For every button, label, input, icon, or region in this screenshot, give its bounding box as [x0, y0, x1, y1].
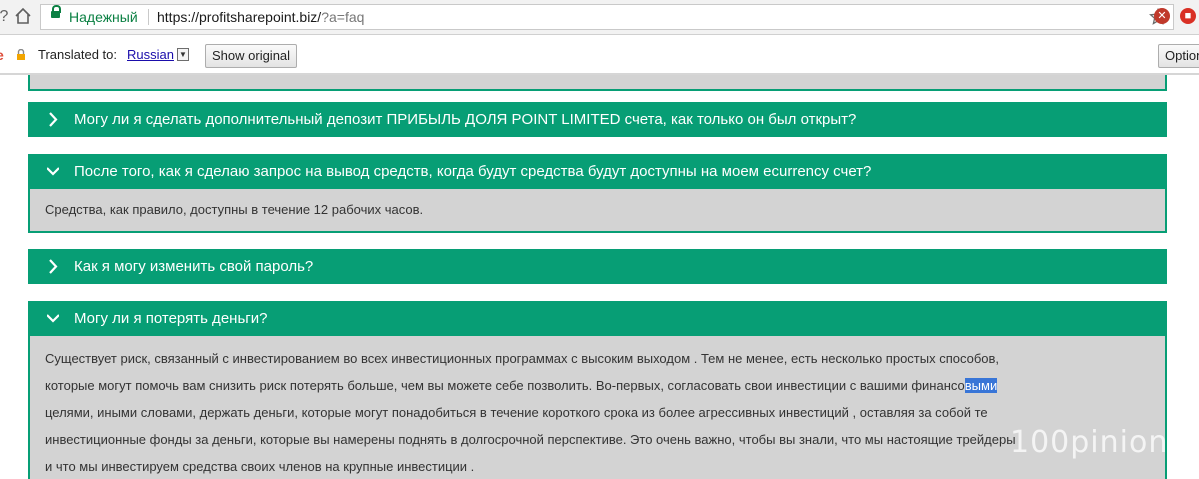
faq-answer-text: которые могут помочь вам снизить риск по…	[45, 378, 965, 393]
faq-question-header[interactable]: Могу ли я сделать дополнительный депозит…	[28, 102, 1167, 137]
faq-answer-line: целями, иными словами, держать деньги, к…	[45, 405, 988, 420]
faq-item: Как я могу изменить свой пароль?	[28, 249, 1167, 284]
faq-item: После того, как я сделаю запрос на вывод…	[28, 154, 1167, 233]
selected-text: выми	[964, 378, 998, 393]
chevron-down-icon	[47, 314, 59, 323]
lock-icon	[51, 5, 61, 18]
faq-answer-line: инвестиционные фонды за деньги, которые …	[45, 432, 1016, 447]
translate-infobar: e Translated to: Russian ▼ Show original…	[0, 35, 1199, 75]
faq-question-text: Как я могу изменить свой пароль?	[74, 258, 314, 275]
faq-question-text: После того, как я сделаю запрос на вывод…	[74, 163, 872, 180]
faq-question-text: Могу ли я потерять деньги?	[74, 310, 268, 327]
url-text[interactable]: https://profitsharepoint.biz/?a=faq	[157, 5, 364, 29]
home-icon[interactable]	[13, 7, 33, 27]
extension-icon[interactable]: ■	[1180, 8, 1196, 24]
chevron-down-icon	[47, 167, 59, 176]
faq-question-header[interactable]: Могу ли я потерять деньги?	[28, 301, 1167, 336]
previous-answer-body	[30, 75, 1165, 89]
translated-to-label: Translated to:	[38, 47, 118, 62]
url-separator	[148, 9, 149, 25]
show-original-button[interactable]: Show original	[205, 44, 298, 68]
options-button[interactable]: Options	[1158, 44, 1199, 68]
faq-answer-text: Средства, как правило, доступны в течени…	[45, 202, 424, 217]
faq-answer: Существует риск, связанный с инвестирова…	[28, 336, 1167, 479]
faq-answer-line: Существует риск, связанный с инвестирова…	[45, 351, 1000, 366]
url-path: ?a=faq	[321, 9, 365, 25]
faq-item: Могу ли я сделать дополнительный депозит…	[28, 102, 1167, 137]
faq-answer-line: и что мы инвестируем средства своих член…	[45, 459, 475, 474]
secure-label: Надежный	[69, 9, 138, 25]
blocked-extension-icon[interactable]: ✕	[1154, 8, 1170, 24]
chevron-right-icon	[49, 112, 58, 127]
translate-logo-icon: e	[0, 47, 4, 63]
language-dropdown-icon[interactable]: ▼	[177, 48, 189, 61]
chevron-right-icon	[49, 259, 58, 274]
faq-answer: Средства, как правило, доступны в течени…	[28, 189, 1167, 233]
browser-toolbar: ? Надежный https://profitsharepoint.biz/…	[0, 0, 1199, 35]
address-bar[interactable]: Надежный https://profitsharepoint.biz/?a…	[40, 4, 1174, 30]
translate-lock-icon	[16, 48, 26, 64]
faq-item: Могу ли я потерять деньги? Существует ри…	[28, 301, 1167, 479]
faq-answer-line: которые могут помочь вам снизить риск по…	[45, 372, 1150, 399]
faq-question-text: Могу ли я сделать дополнительный депозит…	[74, 111, 857, 128]
faq-page: Могу ли я сделать дополнительный депозит…	[0, 75, 1199, 479]
url-host: https://profitsharepoint.biz/	[157, 9, 322, 25]
language-link[interactable]: Russian	[127, 47, 174, 62]
back-arrow-icon[interactable]: ?	[0, 7, 14, 27]
faq-question-header[interactable]: Как я могу изменить свой пароль?	[28, 249, 1167, 284]
faq-question-header[interactable]: После того, как я сделаю запрос на вывод…	[28, 154, 1167, 189]
